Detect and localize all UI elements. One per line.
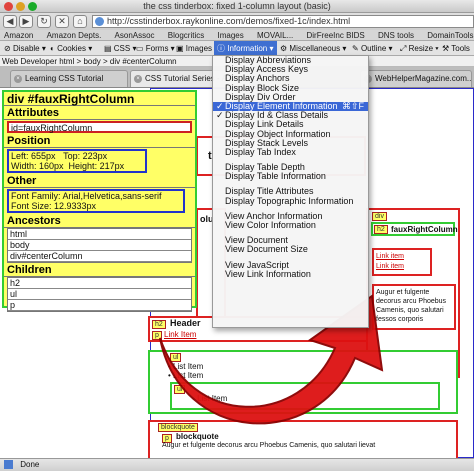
wd-tools-menu[interactable]: ⚒ Tools <box>442 41 470 55</box>
status-bar: Done <box>0 458 474 471</box>
menu-item-label: View Link Information <box>225 268 311 279</box>
attribute-id: id=fauxRightColumn <box>7 121 192 133</box>
font-family-row: Font Family: Arial,Helvetica,sans-serif <box>11 191 162 201</box>
window-titlebar: the css tinderbox: fixed 1-column layout… <box>0 0 474 13</box>
other-values: Font Family: Arial,Helvetica,sans-serif … <box>7 189 185 213</box>
link-item[interactable]: Link item <box>376 253 428 260</box>
forward-button[interactable]: ▶ <box>19 15 33 28</box>
bookmarks-bar: Amazon Amazon Depts. AsonAssoc Blogcriti… <box>0 30 474 41</box>
bookmark-item[interactable]: AsonAssoc <box>115 31 155 40</box>
ancestors-heading: Ancestors <box>4 214 195 228</box>
menu-item-label: Display Topographic Information <box>225 195 354 206</box>
link-item[interactable]: Link item <box>376 263 428 270</box>
bookmark-item[interactable]: Amazon <box>4 31 33 40</box>
window-title: the css tinderbox: fixed 1-column layout… <box>143 1 331 11</box>
menu-shortcut: ⌘⇧F <box>341 100 364 111</box>
wd-images-menu[interactable]: ▣ Images ▾ <box>176 41 218 55</box>
site-icon <box>95 17 104 26</box>
position-heading: Position <box>4 134 195 148</box>
close-tab-icon[interactable]: × <box>134 75 142 83</box>
bookmark-item[interactable]: Blogcritics <box>168 31 204 40</box>
menu-item-label: View Document Size <box>225 244 308 255</box>
other-heading: Other <box>4 174 195 188</box>
position-row: Width: 160px Height: 217px <box>11 161 125 171</box>
status-text: Done <box>20 460 40 469</box>
reload-button[interactable]: ↻ <box>37 15 51 28</box>
wd-cookies-menu[interactable]: ◐ Cookies ▾ <box>50 41 92 55</box>
tab-learning-css[interactable]: × Learning CSS Tutorial <box>10 70 128 87</box>
position-row: Left: 655px Top: 223px <box>11 151 108 161</box>
menu-item[interactable]: View Link Information <box>213 268 368 279</box>
stop-button[interactable]: ✕ <box>55 15 69 28</box>
menu-item-label: Display Tab Index <box>225 146 296 157</box>
bookmark-item[interactable]: MOVAIL... <box>257 31 293 40</box>
element-info-title: div #fauxRightColumn <box>4 92 195 106</box>
faux-column-heading: fauxRightColumn <box>391 225 458 234</box>
attributes-heading: Attributes <box>4 106 195 120</box>
menu-item-label: Display Table Information <box>225 171 326 182</box>
ancestor-item: div#centerColumn <box>8 251 191 262</box>
home-button[interactable]: ⌂ <box>73 15 87 28</box>
status-icon <box>4 460 13 470</box>
bookmark-item[interactable]: DNS tools <box>378 31 414 40</box>
h2-tag-label: h2 <box>374 225 388 234</box>
ancestor-item: html <box>8 229 191 240</box>
ancestor-item: body <box>8 240 191 251</box>
wd-outline-menu[interactable]: ✎ Outline ▾ <box>352 41 393 55</box>
menu-item[interactable]: Display Topographic Information <box>213 195 368 206</box>
wd-css-menu[interactable]: ▤ CSS ▾ <box>104 41 136 55</box>
children-heading: Children <box>4 263 195 277</box>
information-dropdown-menu: Display Abbreviations Display Access Keys… <box>212 55 369 328</box>
menu-item[interactable]: View Color Information <box>213 220 368 230</box>
wd-information-menu[interactable]: ⓘ Information ▾ <box>214 41 277 55</box>
web-developer-toolbar: ⊘ Disable ▾ ◐ Cookies ▾ ▤ CSS ▾ ▭ Forms … <box>0 41 474 56</box>
menu-item-label: View Color Information <box>225 220 316 230</box>
navigation-toolbar: ◀ ▶ ↻ ✕ ⌂ http://csstinderbox.raykonline… <box>0 13 474 30</box>
wd-disable-menu[interactable]: ⊘ Disable ▾ <box>4 41 46 55</box>
bookmark-item[interactable]: DirFreeInc BIDS <box>307 31 365 40</box>
tab-webhelper[interactable]: × WebHelperMagazine.com... <box>360 70 472 87</box>
element-information-panel: div #fauxRightColumn Attributes id=fauxR… <box>2 90 197 312</box>
bookmark-item[interactable]: Images <box>217 31 243 40</box>
address-text: http://csstinderbox.raykonline.com/demos… <box>107 16 351 26</box>
menu-item[interactable]: View Document Size <box>213 245 368 254</box>
blockquote-text: Augur et fulgente decorus arcu Phoebus C… <box>162 442 376 449</box>
wd-misc-menu[interactable]: ⚙ Miscellaneous ▾ <box>280 41 346 55</box>
menu-item[interactable]: Display Table Information <box>213 172 368 181</box>
ul-block: Link item Link item <box>372 248 432 276</box>
bookmark-item[interactable]: DomainTools <box>427 31 473 40</box>
wd-resize-menu[interactable]: ⤢ Resize ▾ <box>400 41 439 55</box>
wd-forms-menu[interactable]: ▭ Forms ▾ <box>136 41 175 55</box>
font-size-row: Font Size: 12.9333px <box>11 201 97 211</box>
h2-block: h2 fauxRightColumn <box>371 222 458 236</box>
checkmark-icon: ✓ <box>216 110 224 121</box>
menu-item[interactable]: Display Tab Index <box>213 146 368 157</box>
bookmark-item[interactable]: Amazon Depts. <box>47 31 102 40</box>
close-tab-icon[interactable]: × <box>14 75 22 83</box>
div-tag-label: div <box>372 212 387 221</box>
back-button[interactable]: ◀ <box>3 15 17 28</box>
address-bar[interactable]: http://csstinderbox.raykonline.com/demos… <box>92 15 474 28</box>
position-values: Left: 655px Top: 223px Width: 160px Heig… <box>7 149 147 173</box>
ancestors-list: html body div#centerColumn <box>7 228 192 263</box>
